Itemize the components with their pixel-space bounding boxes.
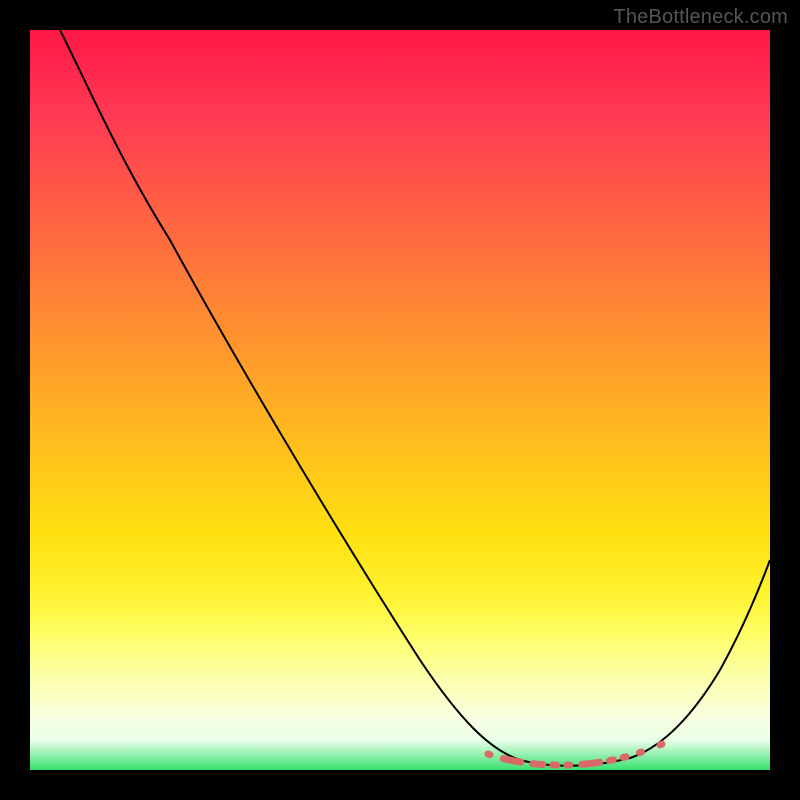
optimal-range-dots xyxy=(488,744,662,765)
watermark-text: TheBottleneck.com xyxy=(613,6,788,29)
bottleneck-curve xyxy=(60,30,770,766)
chart-svg xyxy=(30,30,770,770)
plot-area xyxy=(30,30,770,770)
chart-frame: TheBottleneck.com xyxy=(0,0,800,800)
